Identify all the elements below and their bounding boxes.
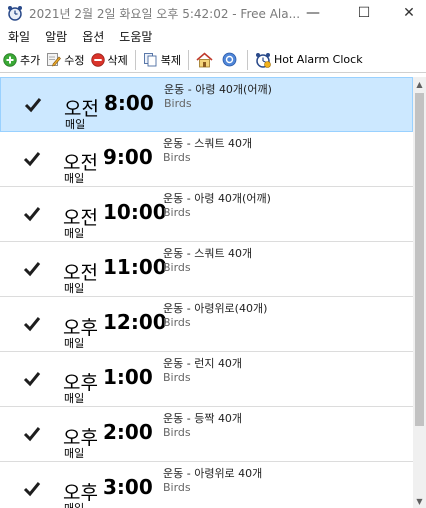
- alarm-repeat: 매일: [64, 337, 85, 350]
- copy-button-label: 복제: [160, 53, 181, 67]
- help-button[interactable]: [219, 49, 243, 71]
- alarm-label: 운동 - 스쿼트 40개: [163, 247, 253, 260]
- alarm-time: 1:00: [103, 365, 153, 389]
- add-icon: [3, 52, 17, 67]
- alarm-list[interactable]: 오전 8:00 매일 운동 - 아령 40개(어깨) Birds 오전 9:00…: [0, 77, 413, 508]
- hot-alarm-clock-button[interactable]: Hot Alarm Clock: [252, 49, 366, 71]
- alarm-sound: Birds: [163, 426, 191, 439]
- alarm-label: 운동 - 아령위로(40개): [163, 302, 268, 315]
- delete-icon: [90, 52, 105, 67]
- alarm-label: 운동 - 런지 40개: [163, 357, 243, 370]
- menu-file[interactable]: 화일: [8, 28, 30, 45]
- hot-alarm-clock-label: Hot Alarm Clock: [274, 53, 363, 66]
- copy-button[interactable]: 복제: [140, 49, 184, 71]
- edit-icon: [47, 53, 62, 67]
- close-icon: ✕: [403, 5, 415, 21]
- maximize-button[interactable]: ☐: [341, 0, 387, 26]
- checkbox-checked-icon[interactable]: [22, 369, 42, 389]
- alarm-repeat: 매일: [64, 392, 85, 405]
- copy-icon: [143, 53, 157, 67]
- toolbar-separator: [247, 49, 248, 70]
- checkbox-checked-icon[interactable]: [22, 314, 42, 334]
- alarm-time: 12:00: [103, 310, 167, 334]
- alarm-time: 10:00: [103, 200, 167, 224]
- alarm-time: 8:00: [104, 91, 154, 115]
- alarm-sound: Birds: [163, 206, 191, 219]
- vertical-scrollbar[interactable]: ▲ ▼: [413, 77, 426, 508]
- alarm-label: 운동 - 아령위로 40개: [163, 467, 263, 480]
- edit-button[interactable]: 수정: [43, 49, 87, 71]
- scroll-up-arrow-icon[interactable]: ▲: [413, 77, 426, 91]
- checkbox-checked-icon[interactable]: [22, 479, 42, 499]
- menu-options[interactable]: 옵션: [82, 28, 104, 45]
- alarm-sound: Birds: [163, 261, 191, 274]
- checkbox-checked-icon[interactable]: [22, 204, 42, 224]
- alarm-row[interactable]: 오전 11:00 매일 운동 - 스쿼트 40개 Birds: [0, 242, 413, 297]
- help-icon: [222, 52, 237, 67]
- window-title: 2021년 2월 2일 화요일 오후 5:42:02 - Free Ala...: [29, 6, 299, 21]
- hot-alarm-clock-icon: [256, 52, 271, 68]
- alarm-repeat: 매일: [64, 227, 85, 240]
- minimize-icon: —: [306, 5, 320, 21]
- toolbar-separator: [188, 49, 189, 70]
- alarm-row[interactable]: 오후 3:00 매일 운동 - 아령위로 40개 Birds: [0, 462, 413, 508]
- alarm-label: 운동 - 아령 40개(어깨): [164, 83, 272, 96]
- toolbar-separator: [134, 49, 136, 70]
- maximize-icon: ☐: [357, 5, 371, 21]
- home-icon: [196, 51, 213, 67]
- alarm-time: 11:00: [103, 255, 167, 279]
- checkbox-checked-icon[interactable]: [23, 95, 43, 115]
- alarm-sound: Birds: [164, 97, 192, 110]
- alarm-row[interactable]: 오전 10:00 매일 운동 - 아령 40개(어깨) Birds: [0, 187, 413, 242]
- add-button-label: 추가: [20, 53, 41, 67]
- alarm-label: 운동 - 스쿼트 40개: [163, 137, 253, 150]
- checkbox-checked-icon[interactable]: [22, 259, 42, 279]
- alarm-time: 9:00: [103, 145, 153, 169]
- menu-help[interactable]: 도움말: [119, 28, 152, 45]
- alarm-row[interactable]: 오전 9:00 매일 운동 - 스쿼트 40개 Birds: [0, 132, 413, 187]
- minimize-button[interactable]: —: [290, 0, 336, 26]
- alarm-row[interactable]: 오전 8:00 매일 운동 - 아령 40개(어깨) Birds: [0, 77, 413, 132]
- alarm-repeat: 매일: [64, 500, 84, 508]
- alarm-sound: Birds: [163, 316, 191, 329]
- alarm-time: 2:00: [103, 420, 153, 444]
- home-button[interactable]: [193, 49, 219, 71]
- alarm-repeat: 매일: [64, 172, 85, 185]
- menu-alarm[interactable]: 알람: [45, 28, 67, 45]
- alarm-sound: Birds: [163, 371, 191, 384]
- title-bar[interactable]: 2021년 2월 2일 화요일 오후 5:42:02 - Free Ala...…: [0, 0, 426, 26]
- add-button[interactable]: 추가: [0, 49, 43, 71]
- alarm-sound: Birds: [163, 151, 191, 164]
- menu-bar: 화일 알람 옵션 도움말: [0, 26, 426, 46]
- delete-button-label: 삭제: [107, 53, 128, 67]
- alarm-row[interactable]: 오후 12:00 매일 운동 - 아령위로(40개) Birds: [0, 297, 413, 352]
- alarm-repeat: 매일: [64, 282, 85, 295]
- alarm-repeat: 매일: [64, 447, 85, 460]
- alarm-label: 운동 - 등짝 40개: [163, 412, 243, 425]
- alarm-row[interactable]: 오후 2:00 매일 운동 - 등짝 40개 Birds: [0, 407, 413, 462]
- alarm-sound: Birds: [163, 481, 191, 494]
- alarm-row[interactable]: 오후 1:00 매일 운동 - 런지 40개 Birds: [0, 352, 413, 407]
- alarm-repeat: 매일: [65, 118, 86, 131]
- delete-button[interactable]: 삭제: [88, 49, 131, 71]
- alarm-clock-icon: [8, 6, 22, 21]
- checkbox-checked-icon[interactable]: [22, 424, 42, 444]
- checkbox-checked-icon[interactable]: [22, 149, 42, 169]
- toolbar: 추가 수정 삭제 복제 Hot Alarm Clock: [0, 47, 426, 73]
- edit-button-label: 수정: [64, 53, 85, 67]
- scroll-down-arrow-icon[interactable]: ▼: [413, 494, 426, 508]
- scrollbar-thumb[interactable]: [415, 93, 424, 426]
- alarm-label: 운동 - 아령 40개(어깨): [163, 192, 271, 205]
- alarm-time: 3:00: [103, 475, 153, 499]
- close-button[interactable]: ✕: [386, 0, 426, 26]
